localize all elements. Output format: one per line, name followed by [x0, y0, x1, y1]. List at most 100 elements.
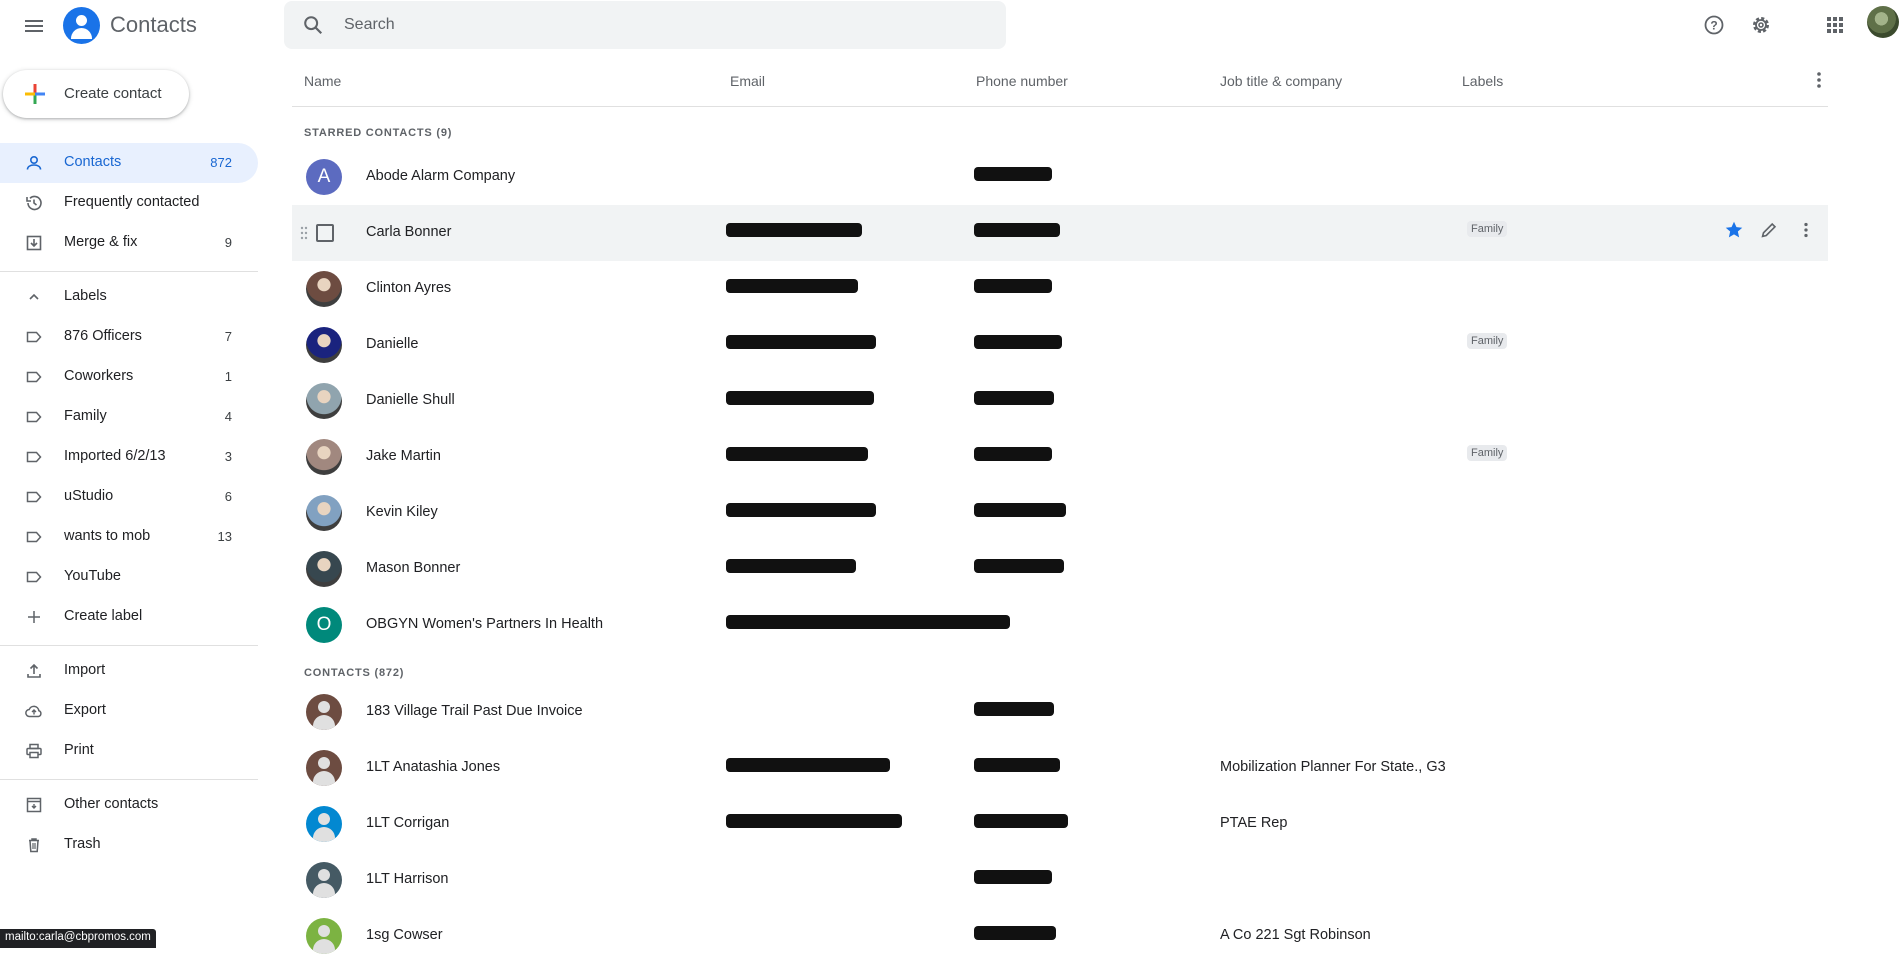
row-checkbox[interactable] [316, 224, 334, 242]
nav-trash[interactable]: Trash [0, 825, 258, 865]
sidebar-label-item[interactable]: uStudio 6 [0, 477, 258, 517]
contact-row[interactable]: Mason Bonner [292, 541, 1828, 597]
label-tag-icon [26, 451, 42, 463]
contact-name: Abode Alarm Company [366, 168, 516, 184]
help-icon[interactable]: ? [1702, 13, 1726, 37]
contact-name: 1LT Corrigan [366, 815, 450, 831]
contact-email-redacted [726, 333, 876, 353]
svg-text:?: ? [1710, 19, 1717, 33]
labels-header[interactable]: Labels [0, 277, 258, 317]
contact-phone-redacted [974, 700, 1054, 720]
contact-row[interactable]: 183 Village Trail Past Due Invoice [292, 684, 1828, 740]
app-title[interactable]: Contacts [110, 12, 197, 38]
contact-name: 1LT Anatashia Jones [366, 759, 501, 775]
drag-handle-icon[interactable] [300, 226, 308, 240]
contact-row[interactable]: Kevin Kiley [292, 485, 1828, 541]
row-more-icon[interactable] [1795, 219, 1817, 241]
search-bar[interactable] [284, 1, 1006, 49]
label-name: wants to mob [64, 528, 151, 544]
contact-row[interactable]: 1LT Corrigan PTAE Rep [292, 796, 1828, 852]
sidebar-label-item[interactable]: Imported 6/2/13 3 [0, 437, 258, 477]
contacts-section-label: CONTACTS (872) [304, 667, 405, 679]
edit-pencil-icon[interactable] [1758, 219, 1780, 241]
apps-grid-icon[interactable] [1823, 13, 1847, 37]
label-count: 1 [224, 369, 232, 384]
contact-row[interactable]: 1sg Cowser A Co 221 Sgt Robinson [292, 908, 1828, 964]
star-icon[interactable] [1723, 219, 1745, 241]
sidebar-label-item[interactable]: YouTube [0, 557, 258, 597]
top-bar: Contacts ? [0, 0, 1901, 52]
contact-row[interactable]: O OBGYN Women's Partners In Health [292, 597, 1828, 653]
nav-export[interactable]: Export [0, 691, 258, 731]
contact-row[interactable]: 1LT Anatashia Jones Mobilization Planner … [292, 740, 1828, 796]
label-tag-icon [26, 531, 42, 543]
search-input[interactable] [344, 1, 984, 49]
contact-letter-avatar: O [306, 607, 342, 643]
contact-phone-redacted [974, 165, 1052, 185]
nav-label: Import [64, 662, 106, 678]
contact-row[interactable]: 1LT Harrison [292, 852, 1828, 908]
account-avatar[interactable] [1867, 6, 1899, 38]
contact-email-redacted [726, 445, 868, 465]
history-icon [26, 195, 42, 211]
contact-label-chip[interactable]: Family [1467, 445, 1508, 461]
nav-import[interactable]: Import [0, 651, 258, 691]
colorful-plus-icon [25, 84, 45, 104]
merge-icon [26, 235, 42, 251]
create-label-button[interactable]: Create label [0, 597, 258, 637]
contact-row[interactable]: Danielle Shull [292, 373, 1828, 429]
contact-job: PTAE Rep [1220, 815, 1288, 831]
label-name: 876 Officers [64, 328, 142, 344]
contact-label-chip[interactable]: Family [1467, 333, 1508, 349]
contact-letter-avatar: A [306, 159, 342, 195]
contact-row[interactable]: Danielle Family [292, 317, 1828, 373]
contact-name: Danielle Shull [366, 392, 455, 408]
create-contact-button[interactable]: Create contact [3, 70, 189, 118]
contact-phone-redacted [974, 333, 1062, 353]
sidebar-label-item[interactable]: Family 4 [0, 397, 258, 437]
contact-row[interactable]: Jake Martin Family [292, 429, 1828, 485]
contact-avatar [306, 862, 342, 898]
sidebar-label-item[interactable]: 876 Officers 7 [0, 317, 258, 357]
contact-phone-redacted [974, 277, 1052, 297]
contact-label-chip[interactable]: Family [1467, 221, 1508, 237]
column-header-email: Email [730, 73, 766, 89]
nav-other-contacts[interactable]: Other contacts [0, 785, 258, 825]
nav-contacts[interactable]: Contacts 872 [0, 143, 258, 183]
main-menu-icon[interactable] [22, 14, 46, 38]
nav-label: Print [64, 742, 94, 758]
import-icon [27, 663, 41, 678]
nav-count: 9 [224, 235, 232, 250]
sidebar-label-item[interactable]: wants to mob 13 [0, 517, 258, 557]
labels-header-label: Labels [64, 288, 107, 304]
nav-label: Export [64, 702, 106, 718]
contact-email-redacted [726, 501, 876, 521]
other-contacts-icon [26, 797, 42, 813]
column-header-name[interactable]: Name [304, 73, 341, 89]
contact-phone-redacted [974, 924, 1056, 944]
nav-frequently-contacted[interactable]: Frequently contacted [0, 183, 258, 223]
label-count: 6 [224, 489, 232, 504]
starred-section-label: STARRED CONTACTS (9) [304, 127, 453, 139]
more-options-icon[interactable] [1807, 68, 1831, 92]
contact-email-redacted [726, 277, 858, 297]
nav-print[interactable]: Print [0, 731, 258, 771]
label-name: uStudio [64, 488, 114, 504]
contact-avatar [306, 918, 342, 954]
create-contact-label: Create contact [64, 85, 162, 102]
person-icon [26, 155, 42, 170]
nav-merge-fix[interactable]: Merge & fix 9 [0, 223, 258, 263]
sidebar: Create contact Contacts 872 Frequently c… [0, 60, 260, 948]
search-icon[interactable] [302, 14, 324, 36]
header-divider [292, 106, 1828, 107]
contact-row[interactable]: Carla Bonner Family [292, 205, 1828, 261]
contact-row[interactable]: Clinton Ayres [292, 261, 1828, 317]
column-header-labels: Labels [1462, 73, 1504, 89]
settings-gear-icon[interactable] [1749, 13, 1773, 37]
contact-name: Clinton Ayres [366, 280, 452, 296]
contact-email-redacted [726, 756, 890, 776]
nav-label: Merge & fix [64, 234, 138, 250]
sidebar-label-item[interactable]: Coworkers 1 [0, 357, 258, 397]
contact-row[interactable]: A Abode Alarm Company [292, 149, 1828, 205]
contact-email-redacted [726, 613, 1010, 633]
